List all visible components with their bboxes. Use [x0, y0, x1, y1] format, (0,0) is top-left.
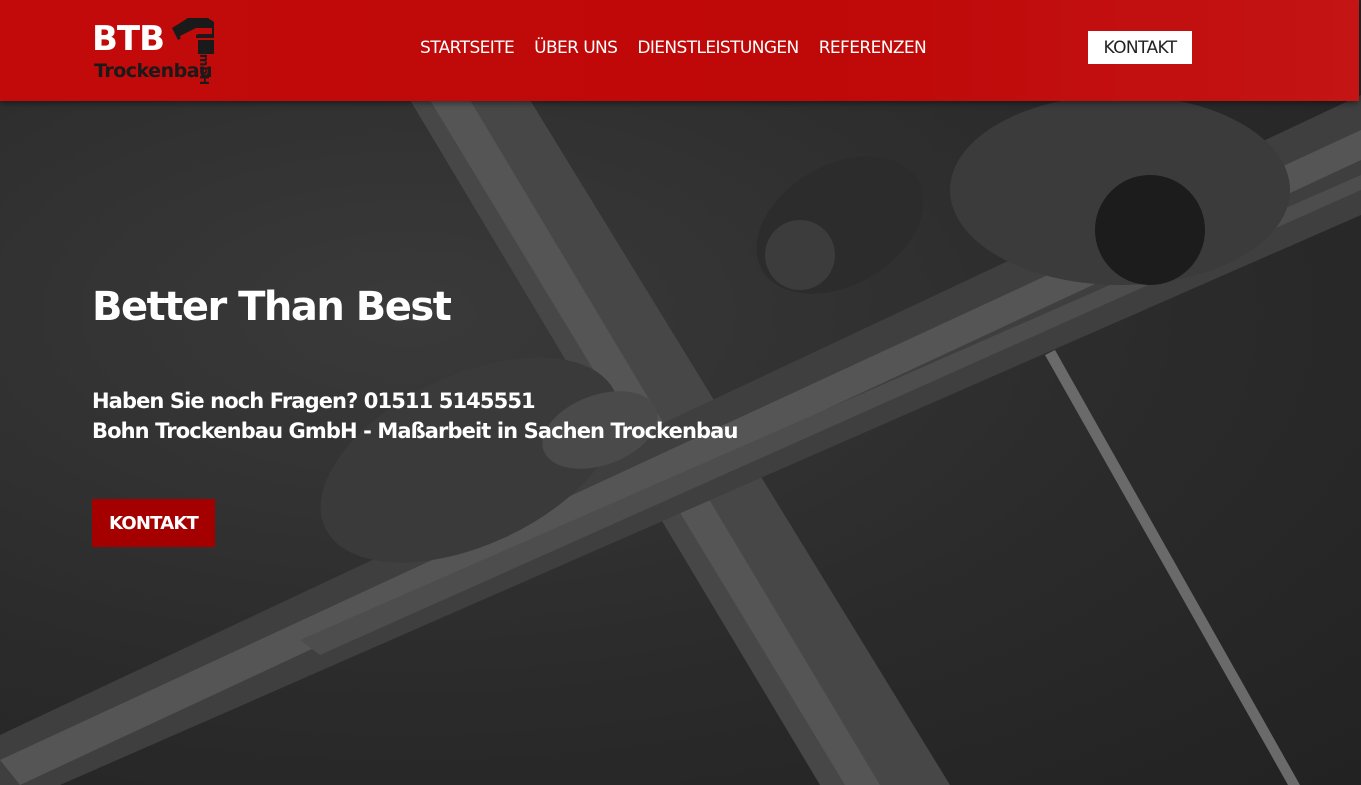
- hero-contact-button[interactable]: KONTAKT: [92, 499, 215, 547]
- nav-startseite[interactable]: STARTSEITE: [420, 37, 515, 59]
- header-contact-button[interactable]: KONTAKT: [1088, 31, 1192, 64]
- nav-dienstleistungen[interactable]: DIENSTLEISTUNGEN: [637, 37, 799, 59]
- brand-logo[interactable]: BTB Trockenbau GmbH: [92, 14, 242, 88]
- main-nav: STARTSEITE ÜBER UNS DIENSTLEISTUNGEN REF…: [420, 37, 946, 59]
- nav-ueber-uns[interactable]: ÜBER UNS: [534, 37, 618, 59]
- site-header: BTB Trockenbau GmbH STARTSEITE ÜBER UNS …: [0, 0, 1359, 101]
- nav-referenzen[interactable]: REFERENZEN: [819, 37, 927, 59]
- hero-company-line: Bohn Trockenbau GmbH - Maßarbeit in Sach…: [92, 419, 738, 443]
- page: BTB Trockenbau GmbH STARTSEITE ÜBER UNS …: [0, 0, 1361, 785]
- logo-brand-text: BTB: [92, 19, 165, 59]
- logo-suffix-text: GmbH: [197, 44, 211, 85]
- hero-phone-line: Haben Sie noch Fragen? 01511 5145551: [92, 389, 536, 413]
- logo-name-text: Trockenbau: [94, 60, 213, 82]
- hero-headline: Better Than Best: [92, 284, 452, 330]
